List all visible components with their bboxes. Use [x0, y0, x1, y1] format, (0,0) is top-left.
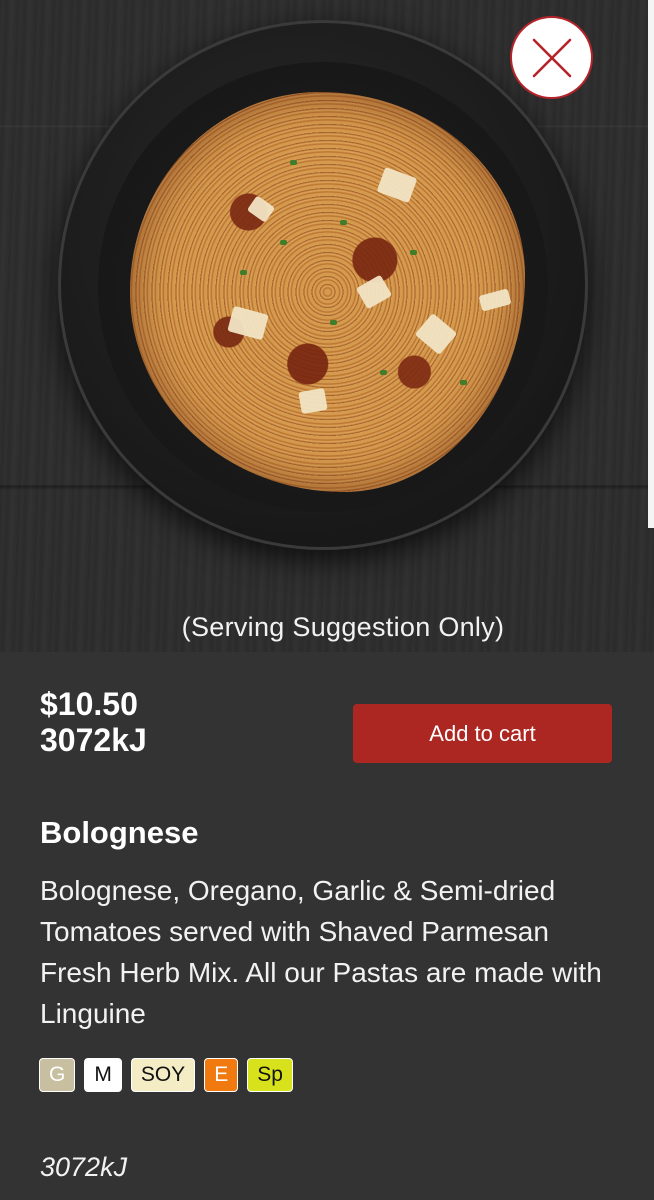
product-name: Bolognese: [40, 815, 199, 850]
dietary-tags: G M SOY E Sp: [39, 1058, 293, 1092]
serving-suggestion-note: (Serving Suggestion Only): [181, 612, 505, 642]
herb-leaf: [380, 370, 387, 375]
dietary-tag-egg: E: [204, 1058, 239, 1092]
product-detail-screen: (Serving Suggestion Only) $10.50 3072kJ …: [0, 0, 654, 1200]
herb-leaf: [290, 160, 297, 165]
herb-leaf: [460, 380, 467, 385]
dietary-tag-milk: M: [84, 1058, 122, 1092]
dietary-tag-gluten: G: [39, 1058, 76, 1092]
add-to-cart-button[interactable]: Add to cart: [353, 704, 612, 763]
product-energy: 3072kJ: [40, 722, 147, 758]
dietary-tag-sp: Sp: [247, 1058, 293, 1092]
close-icon: [532, 38, 571, 77]
herb-leaf: [240, 270, 247, 275]
herb-leaf: [330, 320, 337, 325]
hero-edge: [648, 0, 654, 528]
close-button[interactable]: [510, 16, 593, 99]
product-description: Bolognese, Oregano, Garlic & Semi-dried …: [40, 875, 602, 1029]
herb-leaf: [410, 250, 417, 255]
dietary-tag-soy: SOY: [130, 1058, 196, 1092]
herb-leaf: [340, 220, 347, 225]
product-price: $10.50: [40, 686, 138, 722]
energy-footer: 3072kJ: [40, 1152, 128, 1182]
herb-leaf: [280, 240, 287, 245]
parmesan-flake: [298, 387, 328, 415]
